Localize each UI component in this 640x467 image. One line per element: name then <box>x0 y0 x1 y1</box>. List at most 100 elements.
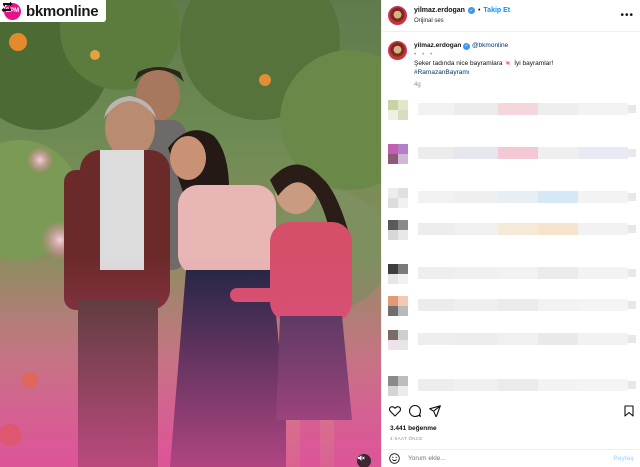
video-frame-image <box>0 0 381 467</box>
comment-like-icon[interactable] <box>628 149 636 157</box>
caption-verified-badge-icon: ✓ <box>463 43 471 50</box>
bookmark-icon[interactable] <box>624 405 634 417</box>
emoji-icon[interactable] <box>389 453 400 464</box>
post-actions-bar <box>382 401 640 421</box>
comment-item[interactable] <box>388 374 636 396</box>
comment-like-icon[interactable] <box>628 105 636 113</box>
comment-text-pixelated <box>498 223 538 235</box>
author-avatar[interactable] <box>388 6 407 25</box>
comment-list <box>388 98 636 396</box>
comment-like-icon[interactable] <box>628 269 636 277</box>
comment-text-pixelated <box>578 223 628 235</box>
comment-text-pixelated <box>454 333 498 345</box>
bkmonline-watermark: BPM bkmonline <box>0 0 107 22</box>
like-count[interactable]: 3.441 beğenme <box>390 425 437 432</box>
comment-text-pixelated <box>578 299 628 311</box>
post-detail-panel: yilmaz.erdogan ✓ • Takip Et Orijinal ses… <box>381 0 640 467</box>
comment-text-pixelated <box>454 223 498 235</box>
post-caption: yilmaz.erdogan ✓ @bkmonline • • • Şeker … <box>382 32 640 90</box>
send-icon[interactable] <box>429 405 441 417</box>
caption-username[interactable]: yilmaz.erdogan <box>414 42 461 49</box>
comment-like-icon[interactable] <box>628 193 636 201</box>
comment-icon[interactable] <box>409 405 421 417</box>
comment-item[interactable] <box>388 294 636 316</box>
more-options-icon[interactable]: ••• <box>620 10 634 21</box>
comment-text-pixelated <box>498 379 538 391</box>
comment-item[interactable] <box>388 262 636 284</box>
post-date: 4 SAAT ÖNCE <box>390 436 423 441</box>
comment-item[interactable] <box>388 328 636 350</box>
post-comment-button[interactable]: Paylaş <box>613 455 634 462</box>
commenter-avatar-pixelated <box>388 264 408 284</box>
verified-badge-icon: ✓ <box>467 7 475 14</box>
comment-text-pixelated <box>454 191 498 203</box>
commenter-avatar-pixelated <box>388 330 408 350</box>
comment-item[interactable] <box>388 186 636 208</box>
comment-text-pixelated <box>578 103 628 115</box>
comment-text-pixelated <box>538 379 578 391</box>
speaker-muted-icon <box>358 455 365 461</box>
comment-text-pixelated <box>418 191 454 203</box>
comment-text-pixelated <box>498 267 538 279</box>
post-header: yilmaz.erdogan ✓ • Takip Et Orijinal ses… <box>382 0 640 32</box>
comment-text-pixelated <box>538 299 578 311</box>
comment-text-pixelated <box>578 191 628 203</box>
comment-text-pixelated <box>538 333 578 345</box>
commenter-avatar-pixelated <box>388 376 408 396</box>
comment-text-pixelated <box>454 299 498 311</box>
comment-text-pixelated <box>538 103 578 115</box>
follow-button[interactable]: Takip Et <box>483 6 510 16</box>
mute-button[interactable] <box>357 454 371 467</box>
comment-text-pixelated <box>578 267 628 279</box>
comment-text-pixelated <box>418 223 454 235</box>
caption-text: Şeker tadında nice bayramlara 🍬 İyi bayr… <box>414 60 554 67</box>
repost-arrows-icon <box>1 1 13 13</box>
comment-text-pixelated <box>498 333 538 345</box>
comment-item[interactable] <box>388 142 636 164</box>
comment-like-icon[interactable] <box>628 381 636 389</box>
comment-text-pixelated <box>578 147 628 159</box>
comment-text-pixelated <box>538 147 578 159</box>
comment-text-pixelated <box>498 299 538 311</box>
comment-composer: Paylaş <box>382 449 640 467</box>
comment-text-pixelated <box>418 299 454 311</box>
commenter-avatar-pixelated <box>388 144 408 164</box>
commenter-avatar-pixelated <box>388 220 408 240</box>
comment-text-pixelated <box>538 223 578 235</box>
comment-text-pixelated <box>578 333 628 345</box>
caption-time-ago: 4g <box>414 82 421 88</box>
comment-text-pixelated <box>454 267 498 279</box>
commenter-avatar-pixelated <box>388 100 408 120</box>
comment-text-pixelated <box>538 267 578 279</box>
comment-text-pixelated <box>454 379 498 391</box>
post-media-video[interactable]: BPM bkmonline <box>0 0 381 467</box>
comment-text-pixelated <box>418 267 454 279</box>
audio-link[interactable]: Orijinal ses <box>414 16 510 26</box>
comment-text-pixelated <box>454 103 498 115</box>
comment-text-pixelated <box>418 103 454 115</box>
comment-text-pixelated <box>538 191 578 203</box>
comment-like-icon[interactable] <box>628 301 636 309</box>
comment-text-pixelated <box>418 333 454 345</box>
caption-author-avatar[interactable] <box>388 41 407 60</box>
comment-input[interactable] <box>408 455 606 462</box>
commenter-avatar-pixelated <box>388 188 408 208</box>
brand-name: bkmonline <box>26 2 99 20</box>
author-username[interactable]: yilmaz.erdogan <box>414 6 465 16</box>
heart-icon[interactable] <box>389 405 401 417</box>
caption-dots: • • • <box>414 51 435 58</box>
comment-text-pixelated <box>454 147 498 159</box>
comment-like-icon[interactable] <box>628 335 636 343</box>
comment-text-pixelated <box>498 103 538 115</box>
caption-hashtag[interactable]: #RamazanBayramı <box>414 68 553 77</box>
comment-text-pixelated <box>578 379 628 391</box>
comment-text-pixelated <box>498 191 538 203</box>
comment-text-pixelated <box>418 379 454 391</box>
comment-text-pixelated <box>498 147 538 159</box>
comment-like-icon[interactable] <box>628 225 636 233</box>
comment-item[interactable] <box>388 218 636 240</box>
comment-item[interactable] <box>388 98 636 120</box>
separator-dot: • <box>477 6 481 14</box>
commenter-avatar-pixelated <box>388 296 408 316</box>
caption-mention[interactable]: @bkmonline <box>472 42 508 49</box>
